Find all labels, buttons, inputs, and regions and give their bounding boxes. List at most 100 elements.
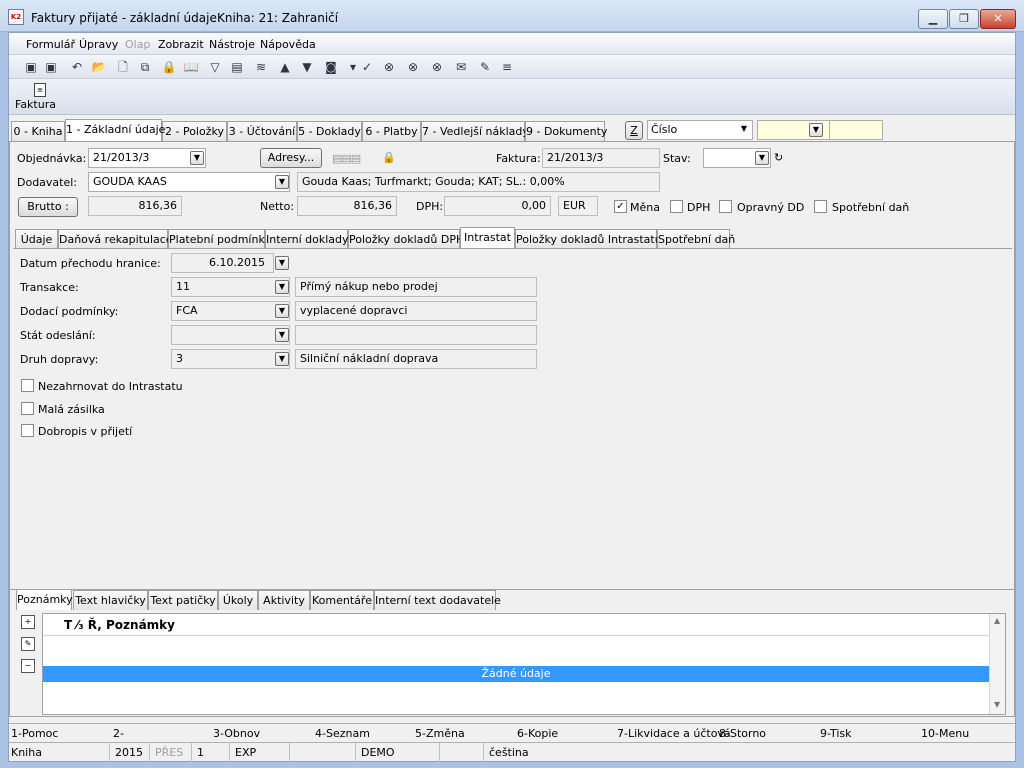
objednavka-field[interactable]: 21/2013/3 <box>88 148 206 168</box>
save-as-icon[interactable]: ▣ <box>43 59 59 75</box>
mena-checkbox[interactable]: ✓ <box>614 200 627 213</box>
subtab-danova-rekapitulace[interactable]: Daňová rekapitulace <box>58 229 173 249</box>
datum-dropdown[interactable]: ▼ <box>275 256 289 270</box>
dodavatel-field[interactable]: GOUDA KAAS <box>88 172 290 192</box>
menu-zobrazit[interactable]: Zobrazit <box>158 38 204 51</box>
binoculars-all-icon[interactable]: ⊗ <box>429 59 445 75</box>
z-button[interactable]: Z <box>625 121 643 140</box>
subtab-intrastat[interactable]: Intrastat <box>460 227 515 248</box>
delete-note-icon[interactable]: − <box>21 659 35 673</box>
datum-field[interactable]: 6.10.2015 <box>171 253 274 273</box>
edit-note-icon[interactable]: ✎ <box>21 637 35 651</box>
fkey-9[interactable]: 9-Tisk <box>820 727 852 740</box>
vertical-scrollbar[interactable]: ▲ ▼ <box>989 614 1005 714</box>
filter-list-icon[interactable]: ▤ <box>229 59 245 75</box>
menu-napoveda[interactable]: Nápověda <box>260 38 316 51</box>
notes-icon[interactable]: ✎ <box>477 59 493 75</box>
scroll-down-icon[interactable]: ▼ <box>994 700 1000 709</box>
minimize-button[interactable]: ▁ <box>918 9 948 29</box>
notes-grid-header: T ⁄₃ Ř, Poznámky <box>43 614 989 636</box>
subtab-udaje[interactable]: Údaje <box>15 229 58 249</box>
filter-icon[interactable]: ▽ <box>207 59 223 75</box>
transakce-field[interactable]: 11 <box>171 277 290 297</box>
druh-dropdown[interactable]: ▼ <box>275 352 289 366</box>
subtab-spotrebni-dan[interactable]: Spotřební daň <box>657 229 735 249</box>
tab-polozky[interactable]: 2 - Položky <box>162 121 227 141</box>
menu-upravy[interactable]: Úpravy <box>79 38 118 51</box>
close-button[interactable]: ✕ <box>980 9 1016 29</box>
tab-uctovani[interactable]: 3 - Účtování <box>227 121 297 141</box>
arrow-up-icon[interactable]: ▲ <box>277 59 293 75</box>
fkey-2[interactable]: 2- <box>113 727 124 740</box>
book-icon[interactable]: 📖 <box>183 59 199 75</box>
druh-field[interactable]: 3 <box>171 349 290 369</box>
stav-dropdown[interactable]: ▼ <box>755 151 769 165</box>
subtab-interni-doklady[interactable]: Interní doklady <box>265 229 349 249</box>
copy-icon[interactable]: ⧉ <box>137 59 153 75</box>
faktura-button[interactable]: ≡ Faktura <box>15 81 65 113</box>
stack-icon[interactable]: ≋ <box>253 59 269 75</box>
tab-doklady[interactable]: 5 - Doklady <box>297 121 362 141</box>
opravny-dd-checkbox[interactable] <box>719 200 732 213</box>
search-extra-field[interactable] <box>829 120 883 140</box>
no-data-row[interactable]: Žádné údaje <box>43 666 989 682</box>
new-document-icon[interactable]: 🗋 <box>115 59 131 75</box>
notes-tab-aktivity[interactable]: Aktivity <box>258 590 310 610</box>
fkey-1[interactable]: 1-Pomoc <box>11 727 58 740</box>
nezahrnovat-checkbox[interactable] <box>21 379 34 392</box>
stat-dropdown[interactable]: ▼ <box>275 328 289 342</box>
tab-kniha[interactable]: 0 - Kniha <box>11 121 65 141</box>
notes-tab-ukoly[interactable]: Úkoly <box>218 590 258 610</box>
dodaci-dropdown[interactable]: ▼ <box>275 304 289 318</box>
fkey-5[interactable]: 5-Změna <box>415 727 465 740</box>
dodavatel-dropdown[interactable]: ▼ <box>275 175 289 189</box>
notes-tab-poznamky[interactable]: Poznámky <box>16 589 73 610</box>
notes-tab-interni-text[interactable]: Interní text dodavatele <box>374 590 501 610</box>
spotrebni-dan-checkbox[interactable] <box>814 200 827 213</box>
dodaci-field[interactable]: FCA <box>171 301 290 321</box>
open-folder-icon[interactable]: 📂 <box>91 59 107 75</box>
fkey-10[interactable]: 10-Menu <box>921 727 969 740</box>
arrow-down-icon[interactable]: ▼ <box>299 59 315 75</box>
notes-tab-komentare[interactable]: Komentáře <box>310 590 374 610</box>
menu-nastroje[interactable]: Nástroje <box>209 38 255 51</box>
notes-tab-text-paticky[interactable]: Text patičky <box>148 590 218 610</box>
subtab-platebni-podminky[interactable]: Platební podmínky <box>168 229 271 249</box>
check-arrow-icon[interactable]: ✓ <box>359 59 375 75</box>
binoculars-next-icon[interactable]: ⊗ <box>405 59 421 75</box>
scroll-up-icon[interactable]: ▲ <box>994 616 1000 625</box>
tab-zakladni-udaje[interactable]: 1 - Základní údaje <box>65 119 165 141</box>
maximize-button[interactable]: ❐ <box>949 9 979 29</box>
save-icon[interactable]: ▣ <box>23 59 39 75</box>
transakce-dropdown[interactable]: ▼ <box>275 280 289 294</box>
tab-dokumenty[interactable]: 9 - Dokumenty <box>525 121 607 141</box>
mala-zasilka-checkbox[interactable] <box>21 402 34 415</box>
menu-lines-icon[interactable]: ≡ <box>499 59 515 75</box>
notes-tab-text-hlavicky[interactable]: Text hlavičky <box>73 590 148 610</box>
objednavka-dropdown[interactable]: ▼ <box>190 151 204 165</box>
camera-icon[interactable]: ◙ <box>323 59 339 75</box>
refresh-icon[interactable]: ↻ <box>774 151 783 164</box>
add-note-icon[interactable]: + <box>21 615 35 629</box>
dph-checkbox[interactable] <box>670 200 683 213</box>
fkey-3[interactable]: 3-Obnov <box>213 727 260 740</box>
tab-vedlejsi-naklady[interactable]: 7 - Vedlejší náklady <box>421 121 529 141</box>
subtab-polozky-dokladu-dph[interactable]: Položky dokladů DPH <box>348 229 464 249</box>
stat-field[interactable] <box>171 325 290 345</box>
fkey-7[interactable]: 7-Likvidace a účtová <box>617 727 731 740</box>
netto-field: 816,36 <box>297 196 397 216</box>
fkey-4[interactable]: 4-Seznam <box>315 727 370 740</box>
lock-icon[interactable]: 🔒 <box>161 59 177 75</box>
brutto-button[interactable]: Brutto : <box>18 197 78 217</box>
tab-platby[interactable]: 6 - Platby <box>362 121 421 141</box>
subtab-polozky-dokladu-intrastatu[interactable]: Položky dokladů Intrastatu <box>515 229 662 249</box>
adresy-button[interactable]: Adresy... <box>260 148 322 168</box>
dobropis-checkbox[interactable] <box>21 424 34 437</box>
search-dropdown-button[interactable]: ▼ <box>809 123 823 137</box>
mail-icon[interactable]: ✉ <box>453 59 469 75</box>
undo-icon[interactable]: ↶ <box>69 59 85 75</box>
binoculars-icon[interactable]: ⊗ <box>381 59 397 75</box>
fkey-8[interactable]: 8-Storno <box>719 727 766 740</box>
fkey-6[interactable]: 6-Kopie <box>517 727 558 740</box>
menu-formular[interactable]: Formulář <box>26 38 75 51</box>
